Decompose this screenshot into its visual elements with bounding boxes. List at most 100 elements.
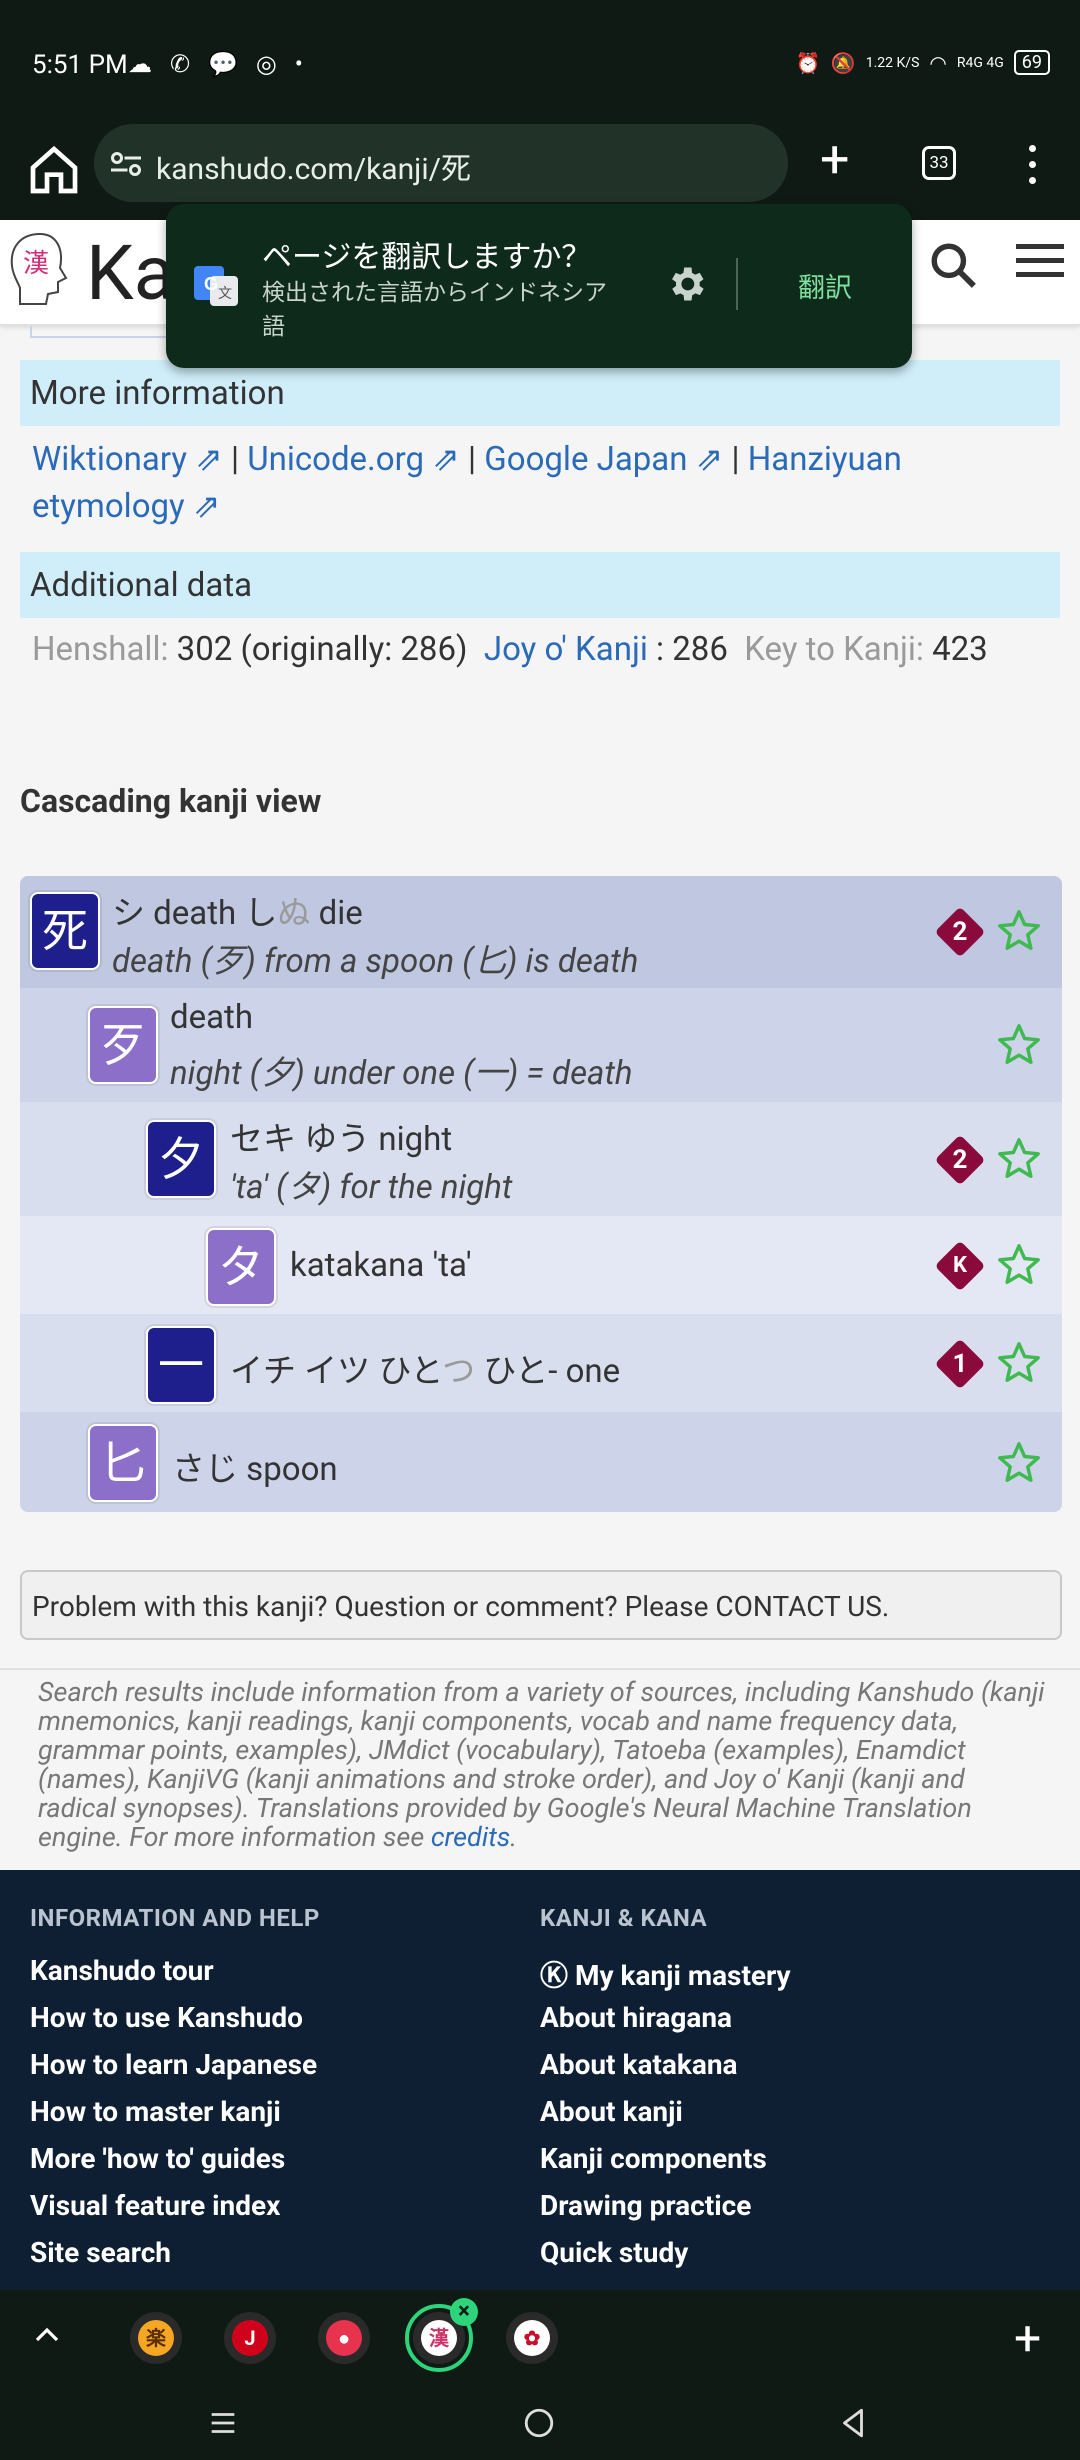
footer-link[interactable]: Ⓚ My kanji mastery [540, 1954, 791, 2001]
footer-link[interactable]: Site search [30, 2236, 320, 2283]
browser-menu-icon[interactable] [1020, 140, 1044, 190]
kanji-readings: さじ spoon [172, 1450, 338, 1489]
wifi-icon: ◠ [929, 50, 947, 75]
joyo-link[interactable]: Joy o' Kanji [484, 630, 648, 669]
site-footer: INFORMATION AND HELP Kanshudo tour How t… [0, 1870, 1080, 2290]
add-tab-button[interactable]: + [1014, 2310, 1041, 2367]
level-badge: 2 [934, 906, 986, 958]
kanji-tile[interactable]: タ [206, 1228, 276, 1306]
credits-link[interactable]: credits [431, 1821, 510, 1853]
kanji-readings: イチ イツ ひとつ ひと- one [230, 1352, 621, 1391]
hamburger-menu-icon[interactable] [1016, 244, 1064, 284]
cascade-row[interactable]: 一 イチ イツ ひとつ ひと- one 1 [20, 1314, 1062, 1412]
footer-link[interactable]: About hiragana [540, 2001, 791, 2048]
tab-favicon[interactable]: ● [318, 2312, 370, 2364]
problem-contact-box[interactable]: Problem with this kanji? Question or com… [20, 1570, 1062, 1640]
kanji-tile[interactable]: 一 [146, 1326, 216, 1404]
home-nav-icon[interactable] [522, 2406, 556, 2440]
mute-icon: 🔕 [830, 50, 856, 75]
footer-link[interactable]: More 'how to' guides [30, 2142, 320, 2189]
translate-popup: G 文 ページを翻訳しますか？ 検出された言語からインドネシア語 翻訳 [166, 204, 912, 368]
chevron-up-icon[interactable] [32, 2320, 62, 2350]
search-icon[interactable] [928, 240, 978, 290]
more-info-links: Wiktionary ⇗ | Unicode.org ⇗ | Google Ja… [32, 436, 1042, 530]
kanji-tile[interactable]: 死 [30, 892, 100, 970]
star-icon[interactable] [996, 1022, 1042, 1068]
footer-link[interactable]: How to learn Japanese [30, 2048, 320, 2095]
cascade-row[interactable]: 匕 さじ spoon [20, 1412, 1062, 1512]
kanji-readings: シ death しぬ die [112, 894, 363, 933]
status-right: ⏰ 🔕 1.22 K/S ◠ R4G 4G 69 [796, 50, 1050, 75]
site-logo-text[interactable]: Ka [86, 228, 175, 318]
star-icon[interactable] [996, 1440, 1042, 1486]
cascade-row[interactable]: タ katakana 'ta' K [20, 1216, 1062, 1314]
tab-switcher-button[interactable]: 33 [922, 146, 956, 180]
kanji-readings: セキ ゆう night [230, 1120, 453, 1159]
footer-link[interactable]: Drawing practice [540, 2189, 791, 2236]
more-info-heading: More information [20, 360, 1060, 426]
joyo-value: : 286 [656, 630, 728, 669]
network-speed: 1.22 K/S [865, 54, 920, 71]
star-icon[interactable] [996, 908, 1042, 954]
wiktionary-link[interactable]: Wiktionary ⇗ [32, 440, 223, 479]
new-tab-button[interactable]: + [820, 132, 850, 188]
cascade-title: Cascading kanji view [20, 782, 322, 820]
footer-link[interactable]: How to use Kanshudo [30, 2001, 320, 2048]
tab-favicon[interactable]: 楽 [130, 2312, 182, 2364]
link-separator: | [459, 440, 485, 479]
level-badge: 2 [934, 1134, 986, 1186]
footer-kana-column: KANJI & KANA Ⓚ My kanji mastery About hi… [540, 1904, 791, 2283]
link-separator: | [723, 440, 748, 479]
tab-strip: 楽 J ● 漢 × ✿ + [0, 2290, 1080, 2384]
url-bar[interactable]: kanshudo.com/kanji/死 [94, 124, 788, 202]
close-tab-icon[interactable]: × [450, 2298, 478, 2326]
back-icon[interactable] [836, 2406, 870, 2440]
svg-text:G: G [204, 274, 218, 294]
footer-link[interactable]: How to master kanji [30, 2095, 320, 2142]
tab-favicon[interactable]: ✿ [506, 2312, 558, 2364]
additional-data-heading: Additional data [20, 552, 1060, 618]
footer-link[interactable]: Visual feature index [30, 2189, 320, 2236]
footer-link[interactable]: Kanshudo tour [30, 1954, 320, 2001]
star-icon[interactable] [996, 1340, 1042, 1386]
star-icon[interactable] [996, 1136, 1042, 1182]
url-text[interactable]: kanshudo.com/kanji/死 [156, 144, 471, 188]
kanji-readings: katakana 'ta' [290, 1246, 472, 1285]
footer-heading: KANJI & KANA [540, 1904, 708, 1932]
home-icon[interactable] [26, 142, 82, 198]
tab-favicon[interactable]: J [224, 2312, 276, 2364]
google-japan-link[interactable]: Google Japan ⇗ [484, 440, 723, 479]
kanji-tile[interactable]: 夕 [146, 1120, 216, 1198]
translate-subtitle: 検出された言語からインドネシア語 [262, 279, 607, 340]
cascade-row[interactable]: 死 シ death しぬ die death (歹) from a spoon … [20, 876, 1062, 988]
kanji-readings: death [170, 998, 254, 1037]
kanji-tile[interactable]: 歹 [88, 1006, 158, 1084]
henshall-value: 302 (originally: 286) [176, 630, 468, 669]
kanji-mnemonic: death (歹) from a spoon (匕) is death [112, 942, 639, 981]
level-badge: 1 [934, 1338, 986, 1390]
additional-data: Henshall: 302 (originally: 286) Joy o' K… [32, 626, 1042, 673]
cascade-row[interactable]: 歹 death night (夕) under one (一) = death [20, 988, 1062, 1102]
cascade-row[interactable]: 夕 セキ ゆう night 'ta' (タ) for the night 2 [20, 1102, 1062, 1216]
svg-text:文: 文 [218, 286, 232, 302]
logo-kanji: 漢 [23, 249, 49, 279]
kanshudo-logo-icon[interactable]: 漢 [6, 228, 74, 308]
star-icon[interactable] [996, 1242, 1042, 1288]
level-badge: K [934, 1240, 986, 1292]
gear-icon[interactable] [664, 262, 708, 306]
footer-link[interactable]: About kanji [540, 2095, 791, 2142]
footer-link[interactable]: Kanji components [540, 2142, 791, 2189]
status-time: 5:51 PM [32, 50, 128, 80]
footer-info-column: INFORMATION AND HELP Kanshudo tour How t… [30, 1904, 320, 2283]
footer-link[interactable]: Quick study [540, 2236, 791, 2283]
alarm-icon: ⏰ [795, 50, 821, 75]
site-settings-icon[interactable] [108, 146, 144, 182]
kanji-tile[interactable]: 匕 [88, 1424, 158, 1502]
translate-title: ページを翻訳しますか？ [262, 240, 592, 275]
translate-button[interactable]: 翻訳 [798, 266, 852, 305]
unicode-link[interactable]: Unicode.org ⇗ [247, 440, 460, 479]
network-label: R4G 4G [956, 54, 1004, 71]
recents-icon[interactable] [206, 2406, 240, 2440]
footer-link[interactable]: About katakana [540, 2048, 791, 2095]
link-separator: | [222, 440, 248, 479]
